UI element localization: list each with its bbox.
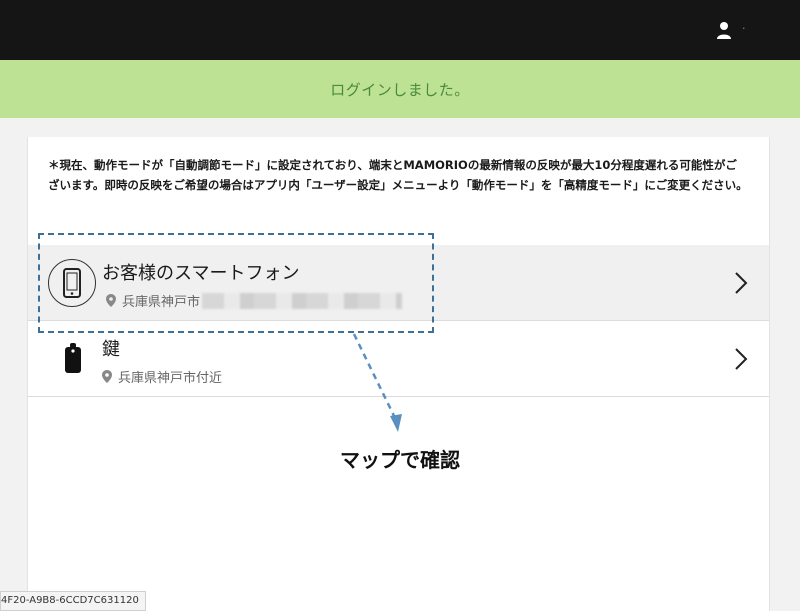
banner-message: ログインしました。 xyxy=(330,80,470,99)
user-name[interactable]: · xyxy=(742,22,746,35)
operation-mode-notice: ＊現在、動作モードが「自動調節モード」に設定されており、端末とMAMORIOの最… xyxy=(48,158,748,192)
tag-icon xyxy=(65,343,81,373)
map-confirm-label: マップで確認 xyxy=(340,448,460,472)
highlight-annotation-box xyxy=(38,233,434,333)
device-location-text: 兵庫県神戸市付近 xyxy=(118,371,223,386)
chevron-right-icon[interactable] xyxy=(734,271,748,295)
location-pin-icon xyxy=(102,370,112,383)
user-icon[interactable] xyxy=(716,21,732,39)
device-name: 鍵 xyxy=(102,339,120,360)
session-id: 4F20-A9B8-6CCD7C631120 xyxy=(0,591,146,611)
login-success-banner: ログインしました。 xyxy=(0,60,800,118)
annotation-arrow xyxy=(352,333,402,432)
chevron-right-icon[interactable] xyxy=(734,347,748,371)
device-location: 兵庫県神戸市付近 xyxy=(102,367,222,386)
top-navigation-bar: · xyxy=(0,0,800,60)
